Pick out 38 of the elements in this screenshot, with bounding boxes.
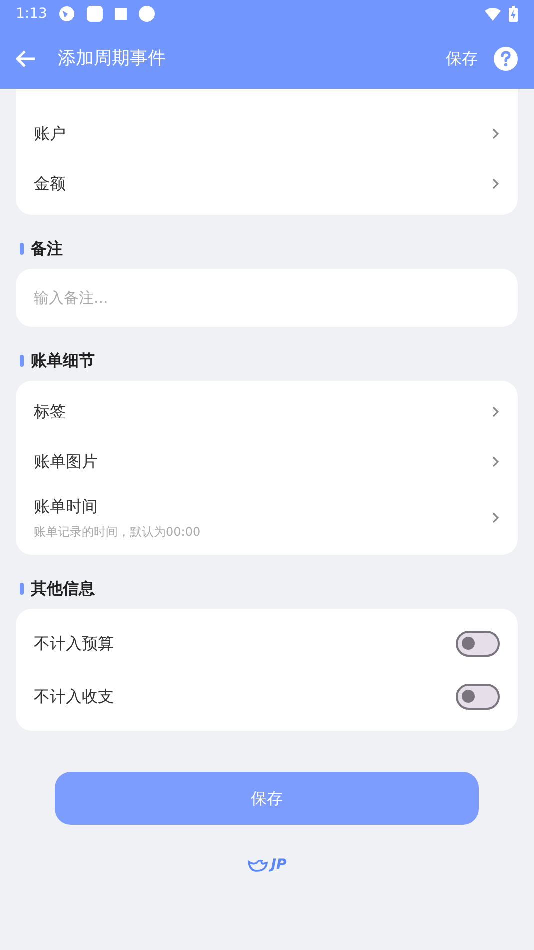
section-marker [20,243,24,255]
item-label: 账单时间 [34,496,99,518]
chevron-right-icon [492,178,500,190]
toggle-switch[interactable] [456,630,500,656]
toggle-label: 不计入收支 [34,686,114,708]
chevron-right-icon [492,512,500,524]
item-label: 金额 [34,173,66,195]
help-icon[interactable] [494,46,518,70]
section-marker [20,583,24,595]
chevron-right-icon [492,128,500,140]
square-notification-icon [87,6,104,22]
chevron-right-icon [492,406,500,418]
toggle-label: 不计入预算 [34,632,114,654]
list-item[interactable]: 标签 [16,387,518,437]
item-label: 账单图片 [34,451,98,473]
page-title: 添加周期事件 [58,47,166,71]
item-label: 标签 [34,401,66,423]
section-marker [20,355,24,367]
list-item[interactable]: 金额 [16,159,518,209]
status-time: 1:13 [16,4,48,24]
logo-text: JP [271,856,287,875]
back-arrow-icon[interactable] [16,50,36,68]
list-item[interactable]: 账户 [16,109,518,159]
section-title: 账单细节 [31,350,95,372]
item-label: 账户 [34,123,66,145]
app-notification-icon [59,6,76,22]
toggle-switch[interactable] [456,684,500,710]
section-title: 其他信息 [31,578,95,600]
battery-icon [509,6,518,22]
note-input-field[interactable]: 输入备注... [16,269,518,327]
list-item[interactable]: 账单时间 账单记录的时间，默认为00:00 [16,487,518,549]
item-hint: 账单记录的时间，默认为00:00 [34,524,201,541]
list-item[interactable]: 账单图片 [16,437,518,487]
circle-notification-icon [139,6,156,22]
section-title: 备注 [31,238,63,260]
bird-logo-icon [247,858,270,872]
chevron-right-icon [492,456,500,468]
wifi-icon [485,8,501,20]
